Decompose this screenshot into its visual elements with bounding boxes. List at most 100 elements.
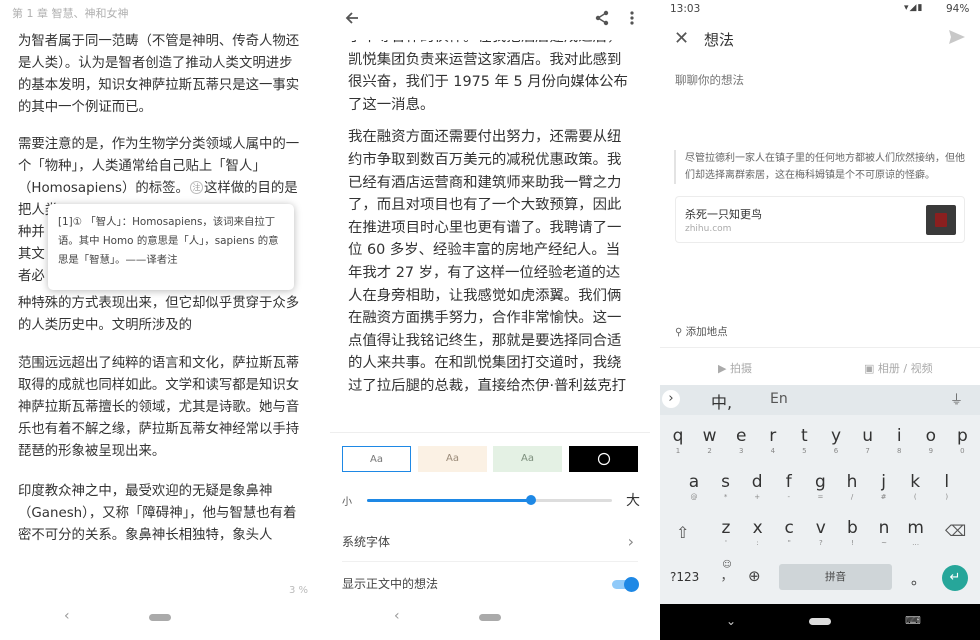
gallery-icon: ▣ — [864, 362, 875, 375]
keyboard-toolbar: › 中, En ⏚ — [660, 385, 980, 415]
back-icon[interactable]: ‹ — [394, 608, 400, 624]
settings-panel: Aa Aa Aa 小 大 系统字体 › 显示正文中的想法 ‹ — [330, 432, 650, 640]
share-icon[interactable] — [594, 10, 610, 30]
key-i[interactable]: i8 — [883, 421, 915, 459]
key-e[interactable]: e3 — [725, 421, 757, 459]
key-m[interactable]: m… — [900, 513, 932, 551]
mode-chinese[interactable]: 中, — [711, 389, 732, 413]
theme-night[interactable] — [569, 446, 638, 472]
system-font-label: 系统字体 — [342, 535, 391, 549]
key-h[interactable]: h / — [836, 467, 868, 505]
system-nav-bar: ⌄ ⌨ — [660, 604, 980, 640]
moon-icon — [597, 452, 610, 466]
progress-percent: 3 % — [288, 585, 308, 596]
numbers-key[interactable]: ?123 — [670, 570, 699, 584]
key-r[interactable]: r4 — [757, 421, 789, 459]
album-button[interactable]: ▣ 相册 / 视频 — [864, 360, 933, 376]
expand-toolbar-icon[interactable]: › — [662, 390, 680, 408]
back-arrow-icon[interactable] — [344, 10, 360, 30]
pinyin-keyboard: › 中, En ⏚ q 1 w 2 e 3 r 4 t 5 y 6 u 7 i 8 o 9 p 0 a @ s * d + f - g =… — [660, 385, 980, 604]
key-v[interactable]: v? — [805, 513, 837, 551]
more-options-icon[interactable] — [630, 10, 634, 30]
key-b[interactable]: b! — [836, 513, 868, 551]
status-time: 13:03 — [670, 3, 701, 15]
chapter-title: 第 1 章 智慧、神和女神 — [12, 7, 129, 20]
slider-fill — [367, 499, 532, 502]
key-j[interactable]: j # — [868, 467, 900, 505]
show-thoughts-toggle[interactable] — [612, 577, 639, 592]
key-k[interactable]: k( — [899, 467, 931, 505]
back-icon[interactable]: ‹ — [64, 608, 70, 624]
shoot-button[interactable]: ▶ 拍摄 — [718, 360, 752, 376]
chevron-down-icon[interactable]: ⌄ — [726, 614, 736, 628]
chevron-right-icon: › — [627, 532, 634, 551]
thought-input[interactable] — [675, 70, 965, 90]
key-x[interactable]: x: — [742, 513, 774, 551]
media-bar: ▶ 拍摄 ▣ 相册 / 视频 — [660, 347, 980, 385]
paragraph: 了中等合作的伙伴。在我把酒店建成之后，凯悦集团负责来运营这家酒店。我对此感到很兴… — [348, 34, 628, 113]
page-title: 想法 — [704, 31, 735, 49]
key-p[interactable]: p0 — [946, 421, 978, 459]
large-font-label: 大 — [626, 493, 640, 509]
home-pill-icon[interactable] — [149, 614, 171, 621]
key-o[interactable]: o9 — [915, 421, 947, 459]
small-font-label: 小 — [342, 497, 352, 508]
compose-header: ✕ 想法 — [660, 20, 980, 60]
system-font-row[interactable]: 系统字体 › — [342, 522, 638, 562]
reader-footnote-screen: 第 1 章 智慧、神和女神 为智者属于同一范畴（不管是神明、传奇人物还是人类）。… — [0, 0, 320, 640]
footnote-popup[interactable]: [1]① 「智人」：Homosapiens，该词来自拉丁语。其中 Homo 的意… — [48, 204, 294, 290]
font-size-slider[interactable] — [367, 495, 612, 505]
paragraph: 印度教众神之中，最受欢迎的无疑是象鼻神（Ganesh），又称「障碍神」，他与智慧… — [18, 484, 297, 543]
camera-icon: ▶ — [718, 362, 727, 375]
key-z[interactable]: z ' — [710, 513, 742, 551]
key-a[interactable]: a @ — [678, 467, 710, 505]
key-u[interactable]: u7 — [852, 421, 884, 459]
signal-icons: ▾◢▮ — [904, 3, 924, 13]
slider-knob[interactable] — [526, 495, 537, 505]
key-f[interactable]: f- — [773, 467, 805, 505]
battery-level: 94% — [946, 3, 970, 15]
key-d[interactable]: d + — [741, 467, 773, 505]
key-g[interactable]: g = — [804, 467, 836, 505]
book-cover-thumbnail — [926, 205, 956, 235]
system-nav-bar: ‹ — [330, 596, 650, 640]
theme-sepia[interactable]: Aa — [418, 446, 487, 472]
home-pill-icon[interactable] — [809, 618, 831, 625]
period-key[interactable]: 。 — [911, 568, 926, 589]
key-n[interactable]: n ~ — [868, 513, 900, 551]
home-pill-icon[interactable] — [479, 614, 501, 621]
book-link-card[interactable]: 杀死一只知更鸟 zhihu.com — [675, 196, 965, 243]
enter-icon[interactable]: ↵ — [942, 565, 968, 591]
reader-top-bar — [330, 0, 650, 40]
system-nav-bar: ‹ — [0, 596, 320, 640]
key-c[interactable]: c " — [773, 513, 805, 551]
space-key[interactable]: 拼音 — [779, 564, 892, 590]
key-w[interactable]: w2 — [694, 421, 726, 459]
key-y[interactable]: y6 — [820, 421, 852, 459]
send-icon[interactable] — [948, 28, 966, 50]
reading-content: 了中等合作的伙伴。在我把酒店建成之后，凯悦集团负责来运营这家酒店。我对此感到很兴… — [348, 34, 634, 430]
mode-english[interactable]: En — [770, 391, 788, 407]
footnote-text: [1]① 「智人」：Homosapiens，该词来自拉丁语。其中 Homo 的意… — [58, 216, 279, 266]
close-icon[interactable]: ✕ — [674, 28, 689, 49]
backspace-icon[interactable]: ⌫ — [945, 522, 966, 540]
add-location[interactable]: ⚲ 添加地点 — [675, 324, 728, 339]
key-l[interactable]: l) — [931, 467, 963, 505]
link-title: 杀死一只知更鸟 — [685, 208, 762, 221]
theme-selector: Aa Aa Aa — [342, 446, 638, 472]
microphone-icon[interactable]: ⏚ — [950, 389, 963, 408]
paragraph: 范围远远超出了纯粹的语言和文化，萨拉斯瓦蒂取得的成就也同样如此。文学和读写都是知… — [18, 356, 300, 459]
show-thoughts-label: 显示正文中的想法 — [342, 577, 439, 591]
shift-icon[interactable]: ⇧ — [676, 523, 689, 542]
key-s[interactable]: s * — [710, 467, 742, 505]
theme-green[interactable]: Aa — [493, 446, 562, 472]
footnote-marker[interactable]: 注 — [189, 181, 203, 194]
compose-thought-screen: 13:03 ▾◢▮ 94% ✕ 想法 尽管拉德利一家人在镇子里的任何地方都被人们… — [660, 0, 980, 640]
theme-white[interactable]: Aa — [342, 446, 411, 472]
keyboard-switch-icon[interactable]: ⌨ — [905, 614, 921, 627]
comma-key[interactable]: ☺ ， — [720, 561, 734, 584]
key-t[interactable]: t5 — [788, 421, 820, 459]
globe-icon[interactable]: ⊕ — [748, 567, 761, 585]
key-q[interactable]: q1 — [662, 421, 694, 459]
link-domain: zhihu.com — [685, 224, 732, 234]
